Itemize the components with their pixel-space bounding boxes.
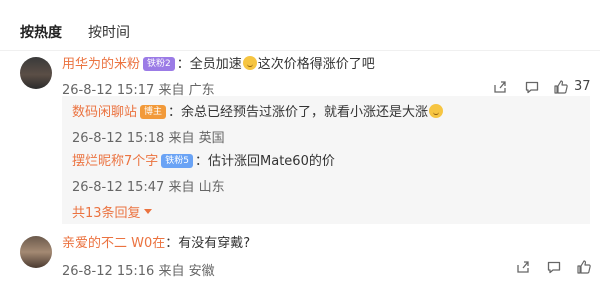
location: 来自 英国: [168, 131, 225, 146]
share-icon[interactable]: [515, 259, 531, 275]
fan-badge: 铁粉5: [161, 154, 194, 168]
reply-meta: 26-8-12 15:18 来自 英国: [72, 127, 225, 146]
fan-badge: 铁粉2: [143, 57, 175, 71]
more-replies-label: 共13条回复: [72, 206, 141, 221]
like-icon[interactable]: [553, 79, 569, 95]
comment-meta: 26-8-12 15:16 来自 安徽: [62, 260, 215, 279]
comment-icon[interactable]: [546, 259, 562, 275]
more-replies-link[interactable]: 共13条回复: [72, 202, 153, 221]
like-icon[interactable]: [576, 259, 592, 275]
comment-line: 用华为的米粉 铁粉2 ：全员加速 这次价格得涨价了吧: [62, 56, 375, 74]
grin-emoji-icon: [242, 56, 257, 70]
share-icon[interactable]: [492, 79, 508, 95]
tab-divider: [0, 50, 600, 51]
reply-line: 数码闲聊站 博主 ：余总已经预告过涨价了，就看小涨还是大涨: [72, 104, 444, 122]
tab-hot[interactable]: 按热度: [20, 22, 62, 42]
location: 来自 山东: [168, 180, 225, 195]
like-count: 37: [574, 79, 591, 94]
avatar[interactable]: [20, 236, 52, 268]
location: 来自 安徽: [158, 264, 215, 279]
timestamp: 26-8-12 15:47: [72, 180, 165, 195]
author-badge: 博主: [140, 105, 167, 119]
caret-down-icon: [143, 209, 152, 214]
comment-text-cont: 这次价格得涨价了吧: [257, 57, 375, 72]
comment-text: ：有没有穿戴?: [165, 236, 251, 251]
reply-line: 摆烂昵称7个字 铁粉5 ：估计涨回Mate60的价: [72, 153, 335, 171]
username[interactable]: 数码闲聊站: [72, 105, 137, 120]
username[interactable]: 用华为的米粉: [62, 57, 140, 72]
reply-meta: 26-8-12 15:47 来自 山东: [72, 176, 225, 195]
username[interactable]: 亲爱的不二 W0在: [62, 236, 165, 251]
username[interactable]: 摆烂昵称7个字: [72, 154, 158, 169]
reply-text: ：估计涨回Mate60的价: [195, 154, 335, 169]
tab-time[interactable]: 按时间: [88, 22, 130, 42]
comment-line: 亲爱的不二 W0在：有没有穿戴?: [62, 235, 250, 253]
smirk-emoji-icon: [429, 104, 444, 118]
avatar[interactable]: [20, 57, 52, 89]
comment-text: ：全员加速: [176, 57, 242, 72]
reply-text: ：余总已经预告过涨价了，就看小涨还是大涨: [168, 105, 429, 120]
timestamp: 26-8-12 15:16: [62, 264, 155, 279]
timestamp: 26-8-12 15:18: [72, 131, 165, 146]
comment-icon[interactable]: [524, 79, 540, 95]
